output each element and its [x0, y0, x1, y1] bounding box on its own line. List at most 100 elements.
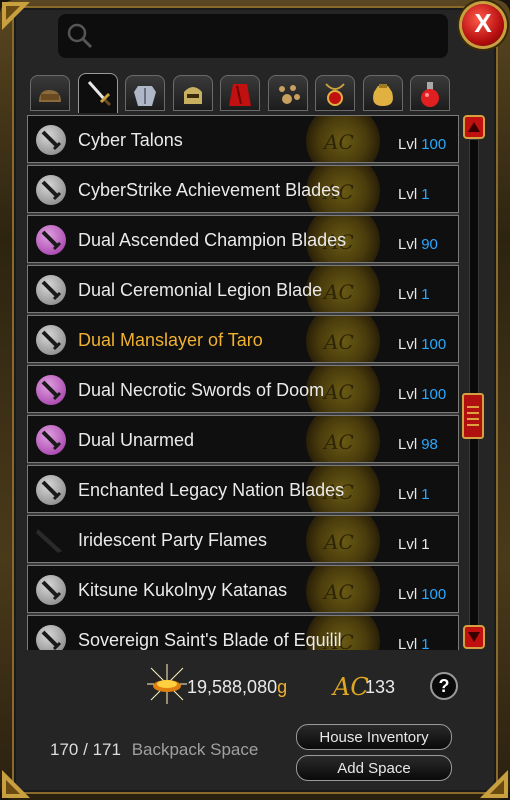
house-inventory-button[interactable]: House Inventory: [296, 724, 452, 750]
tab-armor[interactable]: [125, 75, 165, 111]
level-value: 1: [421, 286, 430, 303]
sword-icon: [36, 325, 66, 355]
frame-corner-ornament: [2, 2, 30, 30]
item-list: AC Cyber Talons Lvl 100 AC CyberStrike Achiev…: [27, 115, 459, 650]
sword-icon: [36, 175, 66, 205]
add-space-button[interactable]: Add Space: [296, 755, 452, 781]
item-name: Kitsune Kukolnyy Katanas: [78, 580, 288, 600]
tab-pet[interactable]: [267, 75, 308, 111]
sword-icon: [36, 125, 66, 155]
gold-display: 19,588,080g: [140, 662, 340, 706]
level-label: Lvl: [398, 436, 418, 453]
level-value: 100: [421, 136, 447, 153]
tab-amulet[interactable]: [315, 75, 355, 111]
search-input[interactable]: [58, 14, 448, 58]
list-item[interactable]: AC Dual Unarmed Lvl 98: [27, 415, 459, 463]
close-icon: X: [474, 8, 492, 38]
item-name: Enchanted Legacy Nation Blades: [78, 480, 345, 500]
item-level: Lvl 100: [398, 136, 446, 153]
arrow-down-icon: [468, 632, 480, 642]
level-value: 98: [421, 436, 438, 453]
search-icon: [67, 23, 93, 49]
sword-icon: [36, 225, 66, 255]
amulet-icon: [325, 83, 345, 106]
scroll-down-button[interactable]: [463, 625, 485, 649]
item-level: Lvl 100: [398, 586, 446, 603]
item-name: Dual Necrotic Swords of Doom: [78, 380, 325, 400]
ac-coin-icon: AC: [333, 673, 369, 701]
level-value: 1: [421, 636, 430, 650]
tab-bag[interactable]: [30, 75, 70, 111]
item-level: Lvl 1: [398, 536, 430, 553]
backpack-space: 170 / 171 Backpack Space: [50, 740, 258, 760]
level-value: 1: [421, 186, 430, 203]
inventory-window: X AC Cyber Talons Lvl 100 AC CyberStrike Achi…: [0, 0, 510, 800]
backpack-separator: /: [83, 740, 88, 759]
list-item[interactable]: AC CyberStrike Achievement Blades Lvl 1: [27, 165, 459, 213]
tab-item-bag[interactable]: [362, 75, 403, 111]
list-item[interactable]: AC Iridescent Party Flames Lvl 1: [27, 515, 459, 563]
gold-amount: 19,588,080g: [187, 677, 288, 697]
level-label: Lvl: [398, 186, 418, 203]
item-level: Lvl 98: [398, 436, 438, 453]
level-label: Lvl: [398, 636, 418, 650]
item-level: Lvl 1: [398, 636, 430, 650]
category-tabs: [30, 73, 456, 113]
list-item[interactable]: AC Dual Ascended Champion Blades Lvl 90: [27, 215, 459, 263]
item-name: Dual Unarmed: [78, 430, 195, 450]
list-item[interactable]: AC Enchanted Legacy Nation Blades Lvl 1: [27, 465, 459, 513]
item-bag-icon: [372, 84, 393, 106]
level-label: Lvl: [398, 136, 418, 153]
list-item[interactable]: AC Dual Necrotic Swords of Doom Lvl 100: [27, 365, 459, 413]
frame-corner-ornament: [480, 770, 508, 798]
level-value: 100: [421, 586, 447, 603]
level-label: Lvl: [398, 286, 418, 303]
level-value: 1: [421, 486, 430, 503]
ac-amount: 133: [365, 677, 396, 697]
item-level: Lvl 1: [398, 486, 430, 503]
level-value: 100: [421, 336, 447, 353]
level-label: Lvl: [398, 486, 418, 503]
level-label: Lvl: [398, 236, 418, 253]
item-level: Lvl 1: [398, 186, 430, 203]
level-value: 100: [421, 386, 447, 403]
list-item[interactable]: AC Cyber Talons Lvl 100: [27, 115, 459, 163]
level-label: Lvl: [398, 586, 418, 603]
pet-icon: [278, 85, 300, 104]
sword-icon: [36, 275, 66, 305]
level-label: Lvl: [398, 536, 418, 553]
scroll-track[interactable]: [469, 139, 479, 627]
tab-potion[interactable]: [410, 75, 450, 111]
sword-icon: [36, 525, 66, 555]
item-name: Sovereign Saint's Blade of Equilil: [78, 630, 342, 650]
sword-icon: [36, 375, 66, 405]
close-button[interactable]: X: [462, 4, 504, 46]
cape-icon: [229, 84, 251, 106]
list-item[interactable]: AC Sovereign Saint's Blade of Equilil Lvl 1: [27, 615, 459, 650]
tab-cape[interactable]: [220, 75, 260, 111]
item-name: Cyber Talons: [78, 130, 183, 150]
frame-corner-ornament: [2, 770, 30, 798]
level-label: Lvl: [398, 386, 418, 403]
armor-icon: [134, 86, 156, 106]
item-name: Dual Ceremonial Legion Blade: [78, 280, 323, 300]
tab-helm[interactable]: [172, 75, 213, 111]
list-item[interactable]: AC Dual Manslayer of Taro Lvl 100: [27, 315, 459, 363]
scrollbar[interactable]: [461, 115, 487, 652]
backpack-total: 171: [92, 740, 121, 759]
scroll-thumb[interactable]: [462, 393, 484, 439]
list-item[interactable]: AC Kitsune Kukolnyy Katanas Lvl 100: [27, 565, 459, 613]
backpack-used: 170: [50, 740, 79, 759]
sword-icon: [36, 475, 66, 505]
gold-icon: [147, 664, 187, 704]
potion-icon: [421, 82, 439, 107]
arrow-up-icon: [468, 122, 480, 132]
item-name: Dual Ascended Champion Blades: [78, 230, 347, 250]
scroll-up-button[interactable]: [463, 115, 485, 139]
list-item[interactable]: AC Dual Ceremonial Legion Blade Lvl 1: [27, 265, 459, 313]
tab-sword[interactable]: [77, 73, 118, 113]
sword-icon: [87, 81, 111, 106]
grip-icon: [467, 406, 479, 426]
item-name: Dual Manslayer of Taro: [78, 330, 263, 350]
help-button[interactable]: ?: [430, 672, 458, 700]
